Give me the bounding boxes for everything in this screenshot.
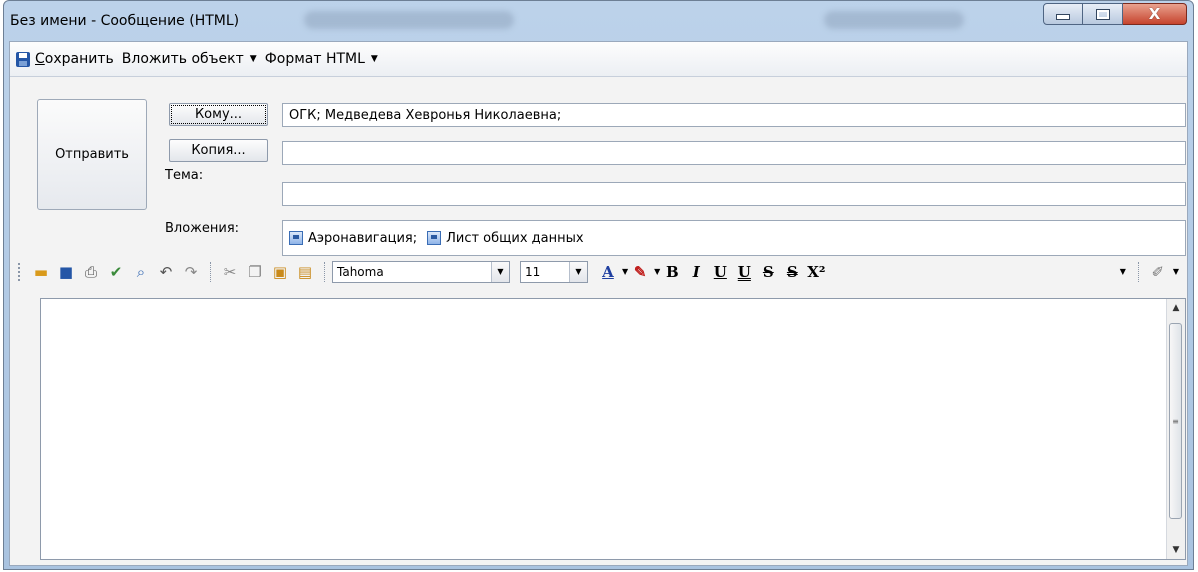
chevron-down-icon: ▼ bbox=[249, 54, 257, 64]
strikethrough-button[interactable]: S bbox=[756, 260, 780, 284]
attachments-field[interactable]: Аэронавигация; Лист общих данных bbox=[282, 220, 1186, 256]
format-html-label: Формат HTML bbox=[264, 51, 365, 67]
font-color-button[interactable]: A bbox=[596, 260, 620, 284]
send-label: Отправить bbox=[55, 147, 129, 162]
cut-icon[interactable]: ✂ bbox=[218, 260, 242, 284]
font-size-value: 11 bbox=[525, 264, 541, 279]
font-name-value: Tahoma bbox=[337, 264, 384, 279]
chevron-down-icon[interactable]: ▼ bbox=[1173, 267, 1179, 276]
toolbar-separator bbox=[210, 261, 212, 282]
font-name-select[interactable]: Tahoma ▼ bbox=[332, 260, 510, 283]
superscript-button[interactable]: X² bbox=[804, 260, 828, 284]
blurred-title-region bbox=[304, 11, 514, 29]
grip-lines-icon: ≡ bbox=[1172, 416, 1179, 426]
message-body-editor[interactable]: ▲ ≡ ▼ bbox=[40, 298, 1186, 560]
attachment-icon bbox=[427, 231, 442, 245]
send-button[interactable]: Отправить bbox=[37, 99, 147, 210]
formatting-toolbar: ▬ ■ ⎙ ✔ ⌕ ↶ ↷ ✂ ❐ ▣ ▤ Tahoma ▼ 11 ▼ A ▼ … bbox=[10, 255, 1187, 288]
open-icon[interactable]: ▬ bbox=[29, 260, 53, 284]
to-field-value: ОГК; Медведева Хевронья Николаевна; bbox=[289, 107, 562, 123]
minimize-button[interactable] bbox=[1043, 3, 1083, 25]
window-title: Без имени - Сообщение (HTML) bbox=[10, 13, 240, 29]
close-icon: X bbox=[1148, 4, 1161, 23]
to-button-label: Кому... bbox=[194, 107, 243, 122]
toolbar-separator bbox=[324, 261, 326, 282]
subject-field[interactable] bbox=[282, 182, 1186, 206]
highlight-color-button[interactable]: ✎ bbox=[628, 260, 652, 284]
eraser-icon[interactable]: ✐ bbox=[1146, 260, 1170, 284]
menu-bar: Сохранить Вложить объект ▼ Формат HTML ▼ bbox=[10, 42, 1187, 77]
save-label: охранить bbox=[44, 51, 114, 67]
blurred-title-region-2 bbox=[824, 11, 964, 29]
spellcheck-icon[interactable]: ✔ bbox=[104, 260, 128, 284]
caption-buttons: X bbox=[1043, 3, 1187, 25]
redo-icon[interactable]: ↷ bbox=[179, 260, 203, 284]
italic-button[interactable]: I bbox=[684, 260, 708, 284]
print-icon[interactable]: ⎙ bbox=[79, 260, 103, 284]
scroll-up-arrow-icon[interactable]: ▲ bbox=[1167, 299, 1185, 317]
attachment-name: Аэронавигация; bbox=[308, 230, 418, 246]
scroll-thumb[interactable]: ≡ bbox=[1169, 323, 1182, 519]
chevron-down-icon: ▼ bbox=[370, 54, 378, 64]
attach-object-menu[interactable]: Вложить объект ▼ bbox=[118, 46, 261, 72]
maximize-icon bbox=[1095, 8, 1110, 20]
chevron-down-icon[interactable]: ▼ bbox=[491, 261, 509, 282]
to-button[interactable]: Кому... bbox=[169, 103, 268, 126]
double-underline-button[interactable]: U bbox=[732, 260, 756, 284]
paste-icon[interactable]: ▣ bbox=[268, 260, 292, 284]
vertical-scrollbar[interactable]: ▲ ≡ ▼ bbox=[1166, 299, 1185, 559]
toolbar-separator bbox=[1137, 261, 1140, 282]
bold-button[interactable]: B bbox=[660, 260, 684, 284]
attachment-item[interactable]: Лист общих данных bbox=[427, 230, 584, 246]
attach-object-label: Вложить объект bbox=[121, 51, 244, 67]
save-icon[interactable]: ■ bbox=[54, 260, 78, 284]
close-button[interactable]: X bbox=[1123, 3, 1187, 25]
message-window: Без имени - Сообщение (HTML) X Сохранить… bbox=[3, 0, 1194, 570]
save-icon bbox=[16, 51, 30, 67]
maximize-button[interactable] bbox=[1083, 3, 1123, 25]
save-menu-item[interactable]: Сохранить bbox=[10, 46, 118, 72]
preview-icon[interactable]: ⌕ bbox=[129, 260, 153, 284]
paste-special-icon[interactable]: ▤ bbox=[293, 260, 317, 284]
scroll-down-arrow-icon[interactable]: ▼ bbox=[1167, 541, 1185, 559]
attachments-label: Вложения: bbox=[165, 221, 240, 236]
toolbar-overflow-chevron-icon[interactable]: ▼ bbox=[1120, 267, 1126, 276]
font-size-select[interactable]: 11 ▼ bbox=[520, 260, 588, 283]
cc-field[interactable] bbox=[282, 141, 1186, 165]
to-field[interactable]: ОГК; Медведева Хевронья Николаевна; bbox=[282, 103, 1186, 127]
cc-button[interactable]: Копия... bbox=[169, 139, 268, 162]
minimize-icon bbox=[1056, 14, 1070, 20]
title-bar[interactable]: Без имени - Сообщение (HTML) X bbox=[4, 1, 1193, 41]
undo-icon[interactable]: ↶ bbox=[154, 260, 178, 284]
double-strikethrough-button[interactable]: S bbox=[780, 260, 804, 284]
attachment-item[interactable]: Аэронавигация; bbox=[289, 231, 417, 246]
copy-icon[interactable]: ❐ bbox=[243, 260, 267, 284]
subject-label: Тема: bbox=[165, 168, 204, 183]
attachment-name: Лист общих данных bbox=[446, 230, 584, 246]
format-html-menu[interactable]: Формат HTML ▼ bbox=[261, 46, 382, 72]
underline-button[interactable]: U bbox=[708, 260, 732, 284]
toolbar-grip[interactable] bbox=[18, 262, 23, 281]
chevron-down-icon[interactable]: ▼ bbox=[569, 261, 587, 282]
client-area: Сохранить Вложить объект ▼ Формат HTML ▼… bbox=[9, 41, 1188, 566]
cc-button-label: Копия... bbox=[191, 143, 246, 158]
save-accelerator: С bbox=[35, 51, 45, 67]
attachment-icon bbox=[289, 231, 303, 245]
